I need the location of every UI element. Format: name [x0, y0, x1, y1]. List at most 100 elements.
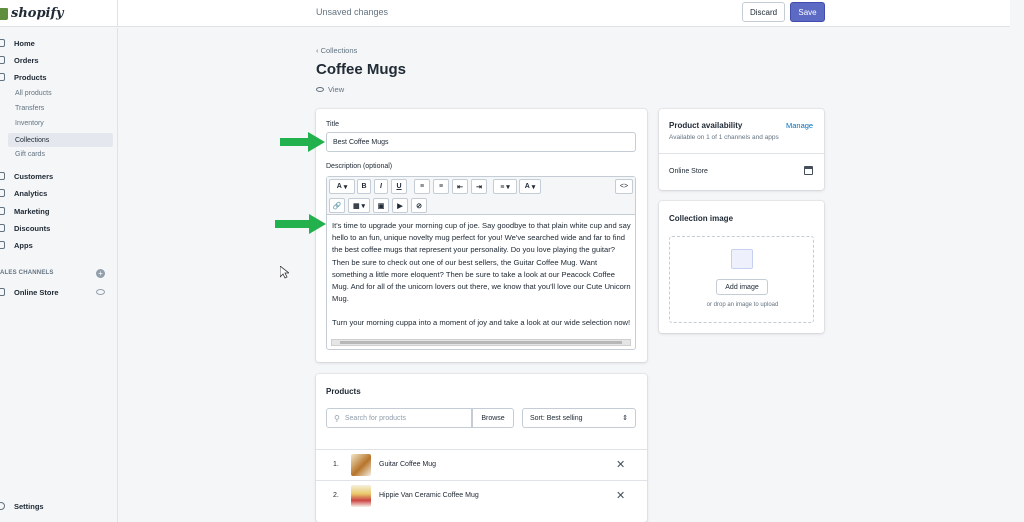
- view-store-eye-icon[interactable]: [96, 289, 105, 295]
- collection-image-heading: Collection image: [669, 214, 734, 223]
- customers-icon: [0, 172, 5, 180]
- search-input[interactable]: ⚲ Search for products: [326, 408, 472, 428]
- link-icon[interactable]: 🔗: [329, 198, 345, 213]
- description-paragraph: Turn your morning cuppa into a moment of…: [332, 318, 631, 328]
- sidebar-item-label: Discounts: [14, 223, 51, 233]
- description-text[interactable]: It's time to upgrade your morning cup of…: [332, 220, 632, 342]
- table-row[interactable]: 1. Guitar Coffee Mug ✕: [316, 449, 647, 480]
- show-html-button[interactable]: <>: [615, 179, 633, 194]
- sidebar-subitem-collections[interactable]: Collections: [8, 133, 113, 147]
- sidebar-subitem-transfers[interactable]: Transfers: [15, 105, 44, 112]
- drop-hint: or drop an image to upload: [706, 302, 779, 308]
- product-availability-card: Product availability Manage Available on…: [659, 109, 824, 190]
- gear-icon: [0, 502, 5, 510]
- marketing-icon: [0, 207, 5, 215]
- calendar-icon[interactable]: [804, 166, 813, 175]
- discard-button[interactable]: Discard: [742, 2, 785, 22]
- sidebar-item-label: Orders: [14, 55, 39, 65]
- editor-toolbar: A ▾ B I U ≡ ≡ ⇤ ⇥ ≡ ▾ A ▾ <> 🔗 ▦ ▾ ▣ ▶ ⊘: [327, 177, 635, 215]
- sidebar-item-online-store[interactable]: Online Store: [0, 285, 59, 299]
- sidebar-item-customers[interactable]: Customers: [0, 169, 53, 183]
- mouse-cursor-icon: [280, 266, 289, 279]
- sort-select[interactable]: Sort: Best selling ⇕: [522, 408, 636, 428]
- description-paragraph: It's time to upgrade your morning cup of…: [332, 221, 631, 304]
- title-input[interactable]: Best Coffee Mugs: [326, 132, 636, 152]
- page-title: Coffee Mugs: [316, 61, 406, 78]
- breadcrumb[interactable]: ‹ Collections: [316, 46, 357, 55]
- insert-video-icon[interactable]: ▶: [392, 198, 408, 213]
- sidebar-item-settings[interactable]: Settings: [0, 499, 44, 513]
- sort-label: Sort: Best selling: [530, 414, 583, 422]
- close-icon[interactable]: ✕: [616, 458, 625, 471]
- browse-button[interactable]: Browse: [472, 408, 514, 428]
- numbered-list-icon[interactable]: ≡: [433, 179, 449, 194]
- table-row[interactable]: 2. Hippie Van Ceramic Coffee Mug ✕: [316, 480, 647, 511]
- orders-icon: [0, 56, 5, 64]
- search-placeholder: Search for products: [344, 414, 406, 422]
- availability-heading: Product availability: [669, 121, 743, 130]
- tag-icon: [0, 73, 5, 81]
- manage-link[interactable]: Manage: [786, 121, 813, 130]
- italic-button[interactable]: I: [374, 179, 388, 194]
- unsaved-changes-text: Unsaved changes: [316, 7, 389, 17]
- product-name[interactable]: Hippie Van Ceramic Coffee Mug: [379, 492, 479, 499]
- indent-icon[interactable]: ⇥: [471, 179, 487, 194]
- sidebar-item-orders[interactable]: Orders: [0, 53, 39, 67]
- font-style-dropdown[interactable]: A ▾: [329, 179, 355, 194]
- store-icon: [0, 288, 5, 296]
- brand[interactable]: shopify: [0, 0, 118, 27]
- sidebar-item-label: Customers: [14, 171, 54, 181]
- breadcrumb-label: Collections: [320, 46, 358, 55]
- sidebar-item-products[interactable]: Products: [0, 70, 47, 84]
- sidebar-item-marketing[interactable]: Marketing: [0, 204, 49, 218]
- description-editor[interactable]: A ▾ B I U ≡ ≡ ⇤ ⇥ ≡ ▾ A ▾ <> 🔗 ▦ ▾ ▣ ▶ ⊘…: [326, 176, 636, 350]
- brand-logo-text: shopify: [11, 6, 64, 21]
- row-number: 1.: [333, 461, 339, 468]
- image-dropzone[interactable]: Add image or drop an image to upload: [669, 236, 814, 323]
- description-label: Description (optional): [326, 163, 393, 170]
- horizontal-scrollbar[interactable]: [331, 339, 631, 346]
- sidebar-item-apps[interactable]: Apps: [0, 238, 33, 252]
- save-button[interactable]: Save: [790, 2, 825, 22]
- add-channel-icon[interactable]: +: [96, 269, 105, 278]
- sidebar-subitem-gift-cards[interactable]: Gift cards: [15, 151, 45, 158]
- annotation-arrow-icon: [275, 214, 326, 234]
- annotation-arrow-icon: [280, 132, 325, 152]
- add-image-button[interactable]: Add image: [716, 279, 768, 295]
- text-color-dropdown[interactable]: A ▾: [519, 179, 541, 194]
- close-icon[interactable]: ✕: [616, 489, 625, 502]
- sidebar-item-label: Analytics: [14, 188, 48, 198]
- sidebar-item-discounts[interactable]: Discounts: [0, 221, 50, 235]
- table-dropdown-icon[interactable]: ▦ ▾: [348, 198, 370, 213]
- bullet-list-icon[interactable]: ≡: [414, 179, 430, 194]
- outdent-icon[interactable]: ⇤: [452, 179, 468, 194]
- view-link[interactable]: View: [316, 85, 344, 94]
- chevron-updown-icon: ⇕: [622, 415, 628, 422]
- view-label: View: [328, 85, 345, 94]
- sidebar-subitem-inventory[interactable]: Inventory: [15, 120, 44, 127]
- sidebar-item-home[interactable]: Home: [0, 36, 35, 50]
- search-icon: ⚲: [334, 413, 340, 423]
- scrollbar-thumb[interactable]: [340, 341, 622, 344]
- apps-icon: [0, 241, 5, 249]
- sidebar-subitem-all-products[interactable]: All products: [15, 90, 52, 97]
- sidebar-item-label: Products: [14, 72, 47, 82]
- top-bar: shopify Unsaved changes Discard Save: [0, 0, 1010, 27]
- product-name[interactable]: Guitar Coffee Mug: [379, 461, 436, 468]
- insert-image-icon[interactable]: ▣: [373, 198, 389, 213]
- hippie-van-mug-thumbnail: [351, 485, 371, 507]
- products-card: Products ⚲ Search for products Browse So…: [316, 374, 647, 522]
- sidebar-item-analytics[interactable]: Analytics: [0, 186, 47, 200]
- sidebar-item-label: Online Store: [14, 287, 59, 297]
- bold-button[interactable]: B: [357, 179, 371, 194]
- clear-formatting-icon[interactable]: ⊘: [411, 198, 427, 213]
- divider: [659, 153, 824, 154]
- shopify-bag-icon: [0, 7, 8, 20]
- sidebar-item-label: Apps: [14, 240, 33, 250]
- products-heading: Products: [326, 387, 361, 396]
- align-dropdown-icon[interactable]: ≡ ▾: [493, 179, 517, 194]
- sidebar: Home Orders Products All products Transf…: [0, 28, 118, 522]
- home-icon: [0, 39, 5, 47]
- channel-online-store: Online Store: [669, 168, 708, 175]
- underline-button[interactable]: U: [391, 179, 407, 194]
